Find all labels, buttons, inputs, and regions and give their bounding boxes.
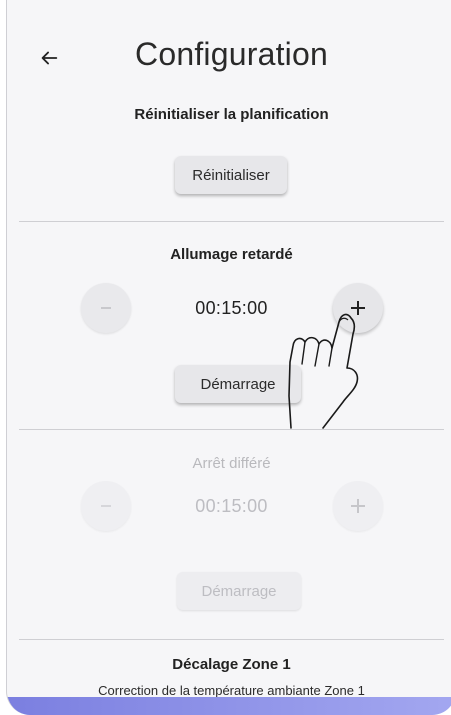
delayed-stop-button[interactable]: Démarrage [177,572,301,610]
delayed-stop-title: Arrêt différé [192,455,271,472]
tap-gesture-hand-icon [288,313,359,429]
reset-section-title: Réinitialiser la planification [134,106,329,123]
delayed-start-title: Allumage retardé [170,246,293,263]
device-frame: Configuration Réinitialiser la planifica… [6,0,451,715]
page-title: Configuration [135,36,328,72]
delayed-stop-time: 00:15:00 [195,496,268,516]
settings-screen: Configuration Réinitialiser la planifica… [7,0,451,701]
plus-icon [351,499,365,513]
divider [19,221,444,222]
zone-offset-title: Décalage Zone 1 [172,656,291,673]
divider [19,639,444,640]
bottom-accent-bar [7,697,451,715]
reset-button[interactable]: Réinitialiser [175,156,287,194]
zone-offset-subtitle: Correction de la température ambiante Zo… [98,683,365,698]
divider [19,429,444,430]
delayed-stop-plus-button[interactable] [333,481,383,531]
delayed-start-time: 00:15:00 [195,298,268,318]
